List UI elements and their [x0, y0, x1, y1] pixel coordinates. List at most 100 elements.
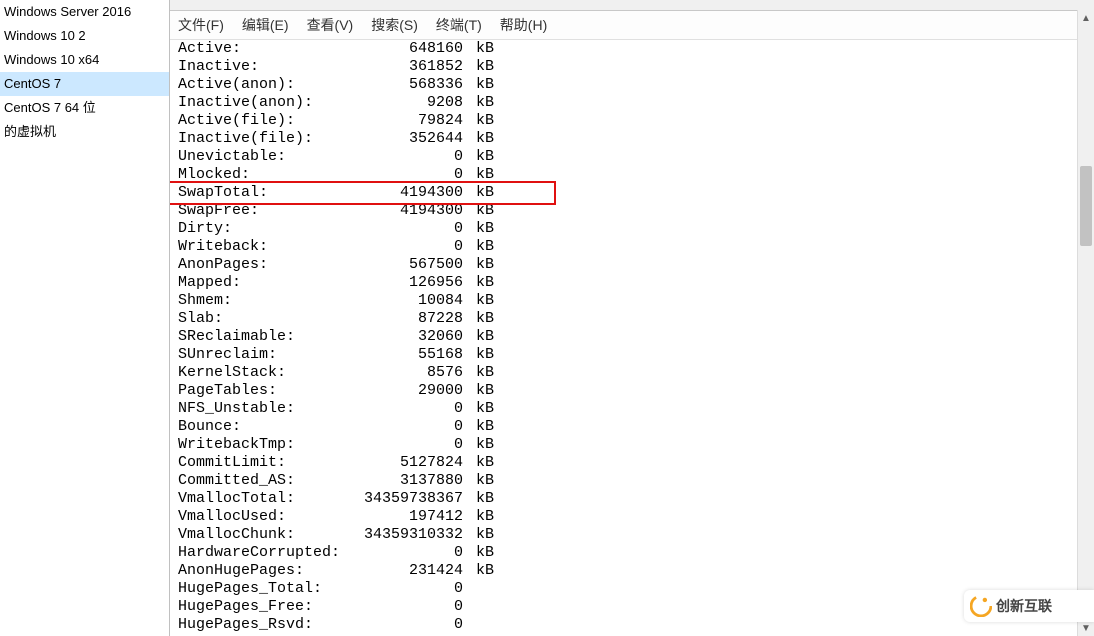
scroll-down-arrow-icon[interactable]: ▼: [1078, 620, 1094, 636]
meminfo-unit: kB: [467, 76, 494, 94]
meminfo-value: 55168: [343, 346, 463, 364]
meminfo-unit: kB: [467, 526, 494, 544]
meminfo-row: NFS_Unstable:0 kB: [178, 400, 1086, 418]
meminfo-unit: kB: [467, 346, 494, 364]
meminfo-label: Active:: [178, 40, 343, 58]
meminfo-row: Active(file):79824 kB: [178, 112, 1086, 130]
watermark-icon: [970, 595, 992, 617]
vm-list-item[interactable]: 的虚拟机: [0, 120, 169, 144]
meminfo-unit: kB: [467, 508, 494, 526]
watermark-logo: 创新互联: [964, 590, 1094, 622]
meminfo-unit: kB: [467, 184, 494, 202]
meminfo-value: 87228: [343, 310, 463, 328]
meminfo-label: Committed_AS:: [178, 472, 343, 490]
meminfo-value: 0: [343, 598, 463, 616]
meminfo-value: 0: [343, 166, 463, 184]
meminfo-label: Mlocked:: [178, 166, 343, 184]
menu-item[interactable]: 帮助(H): [500, 15, 547, 35]
meminfo-label: SUnreclaim:: [178, 346, 343, 364]
scroll-thumb[interactable]: [1080, 166, 1092, 246]
meminfo-label: Writeback:: [178, 238, 343, 256]
meminfo-row: Bounce:0 kB: [178, 418, 1086, 436]
meminfo-row: WritebackTmp:0 kB: [178, 436, 1086, 454]
vm-list-item[interactable]: Windows 10 x64: [0, 48, 169, 72]
meminfo-value: 4194300: [343, 202, 463, 220]
meminfo-row: VmallocTotal:34359738367 kB: [178, 490, 1086, 508]
meminfo-value: 231424: [343, 562, 463, 580]
meminfo-label: Inactive(file):: [178, 130, 343, 148]
meminfo-value: 32060: [343, 328, 463, 346]
app-window: Windows Server 2016Windows 10 2Windows 1…: [0, 0, 1094, 636]
menu-item[interactable]: 文件(F): [178, 15, 224, 35]
meminfo-value: 0: [343, 220, 463, 238]
meminfo-row: Mlocked:0 kB: [178, 166, 1086, 184]
meminfo-row: Slab:87228 kB: [178, 310, 1086, 328]
meminfo-label: VmallocChunk:: [178, 526, 343, 544]
meminfo-row: AnonHugePages:231424 kB: [178, 562, 1086, 580]
meminfo-label: Inactive(anon):: [178, 94, 343, 112]
meminfo-unit: kB: [467, 400, 494, 418]
meminfo-unit: kB: [467, 310, 494, 328]
meminfo-row: SUnreclaim:55168 kB: [178, 346, 1086, 364]
meminfo-label: AnonPages:: [178, 256, 343, 274]
meminfo-row: VmallocChunk:34359310332 kB: [178, 526, 1086, 544]
meminfo-label: Inactive:: [178, 58, 343, 76]
scroll-up-arrow-icon[interactable]: ▲: [1078, 10, 1094, 26]
meminfo-unit: kB: [467, 256, 494, 274]
vm-list-item[interactable]: Windows 10 2: [0, 24, 169, 48]
vm-list: Windows Server 2016Windows 10 2Windows 1…: [0, 0, 169, 144]
meminfo-value: 567500: [343, 256, 463, 274]
meminfo-label: CommitLimit:: [178, 454, 343, 472]
menu-item[interactable]: 查看(V): [307, 15, 354, 35]
meminfo-label: HardwareCorrupted:: [178, 544, 343, 562]
meminfo-value: 197412: [343, 508, 463, 526]
meminfo-row: CommitLimit:5127824 kB: [178, 454, 1086, 472]
vertical-scrollbar[interactable]: ▲ ▼: [1077, 10, 1094, 636]
meminfo-label: Mapped:: [178, 274, 343, 292]
meminfo-unit: kB: [467, 562, 494, 580]
meminfo-label: NFS_Unstable:: [178, 400, 343, 418]
meminfo-label: SReclaimable:: [178, 328, 343, 346]
vm-console-panel: 文件(F)编辑(E)查看(V)搜索(S)终端(T)帮助(H) Active:64…: [170, 0, 1094, 636]
meminfo-value: 0: [343, 418, 463, 436]
vm-list-item[interactable]: CentOS 7: [0, 72, 169, 96]
vm-list-item[interactable]: CentOS 7 64 位: [0, 96, 169, 120]
meminfo-value: 0: [343, 616, 463, 634]
meminfo-label: SwapTotal:: [178, 184, 343, 202]
menu-item[interactable]: 终端(T): [436, 15, 482, 35]
meminfo-unit: kB: [467, 166, 494, 184]
meminfo-value: 9208: [343, 94, 463, 112]
meminfo-unit: kB: [467, 274, 494, 292]
meminfo-row: Committed_AS:3137880 kB: [178, 472, 1086, 490]
meminfo-unit: kB: [467, 40, 494, 58]
meminfo-unit: kB: [467, 418, 494, 436]
meminfo-label: HugePages_Free:: [178, 598, 343, 616]
meminfo-value: 34359310332: [343, 526, 463, 544]
meminfo-row: SwapTotal:4194300 kB: [178, 184, 1086, 202]
scroll-track[interactable]: [1078, 26, 1094, 620]
meminfo-value: 568336: [343, 76, 463, 94]
meminfo-row: HugePages_Total:0: [178, 580, 1086, 598]
terminal-output[interactable]: Active:648160 kBInactive:361852 kBActive…: [170, 40, 1094, 636]
meminfo-row: Inactive(file):352644 kB: [178, 130, 1086, 148]
vm-sidebar: Windows Server 2016Windows 10 2Windows 1…: [0, 0, 170, 636]
meminfo-value: 361852: [343, 58, 463, 76]
terminal-menu-bar: 文件(F) 编辑(E) 查看(V) 搜索(S) 终端(T) 帮助(H): [170, 11, 1094, 40]
meminfo-row: KernelStack:8576 kB: [178, 364, 1086, 382]
meminfo-unit: kB: [467, 238, 494, 256]
meminfo-row: Shmem:10084 kB: [178, 292, 1086, 310]
meminfo-value: 0: [343, 400, 463, 418]
menu-item[interactable]: 编辑(E): [242, 15, 289, 35]
meminfo-label: HugePages_Total:: [178, 580, 343, 598]
meminfo-row: HardwareCorrupted:0 kB: [178, 544, 1086, 562]
meminfo-row: Unevictable:0 kB: [178, 148, 1086, 166]
vm-list-item[interactable]: Windows Server 2016: [0, 0, 169, 24]
meminfo-label: KernelStack:: [178, 364, 343, 382]
meminfo-row: AnonPages:567500 kB: [178, 256, 1086, 274]
meminfo-label: Shmem:: [178, 292, 343, 310]
menu-item[interactable]: 搜索(S): [371, 15, 418, 35]
meminfo-label: Dirty:: [178, 220, 343, 238]
meminfo-row: Inactive:361852 kB: [178, 58, 1086, 76]
meminfo-label: Unevictable:: [178, 148, 343, 166]
meminfo-label: Active(anon):: [178, 76, 343, 94]
